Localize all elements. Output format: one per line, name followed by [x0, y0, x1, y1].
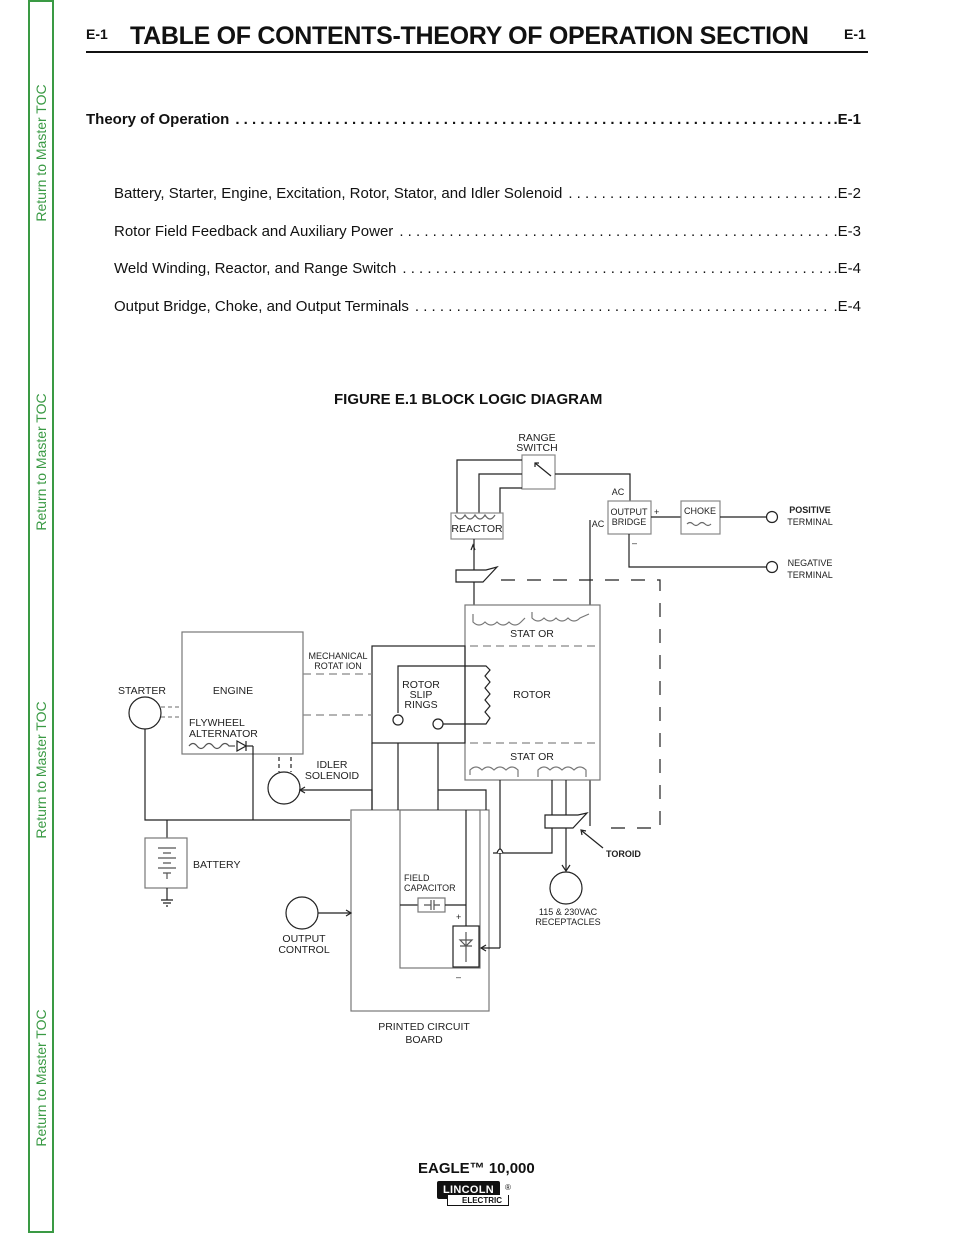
receptacles-icon [549, 871, 583, 905]
starter-label: STARTER [118, 685, 166, 697]
mechanical-rotation-label: ROTAT ION [314, 661, 362, 671]
positive-terminal-label: POSITIVE [789, 505, 831, 515]
field-capacitor-label: FIELD [404, 873, 430, 883]
pcb-label: PRINTED CIRCUIT [378, 1021, 470, 1033]
ac-label: AC [592, 519, 605, 529]
product-model: EAGLE™ 10,000 [418, 1160, 535, 1177]
plus-label: + [654, 507, 659, 517]
current-sensor-icon [455, 565, 499, 583]
output-control-icon [285, 896, 319, 930]
toroid-label: TOROID [606, 849, 641, 859]
reactor-label: REACTOR [451, 523, 503, 535]
positive-terminal-icon [765, 510, 779, 524]
negative-terminal-label: NEGATIVE [788, 558, 833, 568]
lincoln-electric-logo: LINCOLN ® ELECTRIC [437, 1180, 511, 1206]
pcb-label: BOARD [405, 1034, 443, 1046]
logo-electric: ELECTRIC [447, 1195, 509, 1206]
choke-label: CHOKE [684, 506, 716, 516]
ac-label: AC [612, 487, 625, 497]
field-capacitor-label: CAPACITOR [404, 883, 456, 893]
rotor-slip-rings-label: RINGS [404, 699, 437, 711]
bridge-minus-label: – [456, 972, 461, 982]
negative-terminal-icon [765, 560, 779, 574]
mechanical-rotation-label: MECHANICAL [308, 651, 367, 661]
positive-terminal-label: TERMINAL [787, 517, 833, 527]
toroid-icon [544, 811, 589, 829]
logo-registered-mark: ® [505, 1183, 511, 1192]
minus-label: – [632, 538, 637, 548]
block-logic-diagram: RANGE SWITCH REACTOR OUTPUT BRIDGE AC AC… [118, 432, 833, 1046]
starter-icon [128, 696, 162, 730]
receptacles-label: 115 & 230VAC [539, 907, 598, 917]
range-switch [521, 454, 556, 490]
idler-solenoid-label: SOLENOID [305, 770, 360, 782]
idler-solenoid-icon [267, 771, 301, 805]
flywheel-alternator-label: ALTERNATOR [189, 728, 258, 740]
receptacles-label: RECEPTACLES [535, 917, 600, 927]
bridge-plus-label: + [456, 912, 461, 922]
range-switch-label: SWITCH [516, 442, 557, 454]
output-bridge-label: OUTPUT [611, 507, 649, 517]
battery-label: BATTERY [193, 859, 240, 871]
rotor-label: ROTOR [513, 689, 551, 701]
stator-top-label: STAT OR [510, 628, 554, 640]
ground-icon [161, 888, 173, 907]
output-control-label: CONTROL [278, 944, 329, 956]
engine-label: ENGINE [213, 685, 253, 697]
stator-bottom-label: STAT OR [510, 751, 554, 763]
negative-terminal-label: TERMINAL [787, 570, 833, 580]
output-bridge-label: BRIDGE [612, 517, 647, 527]
